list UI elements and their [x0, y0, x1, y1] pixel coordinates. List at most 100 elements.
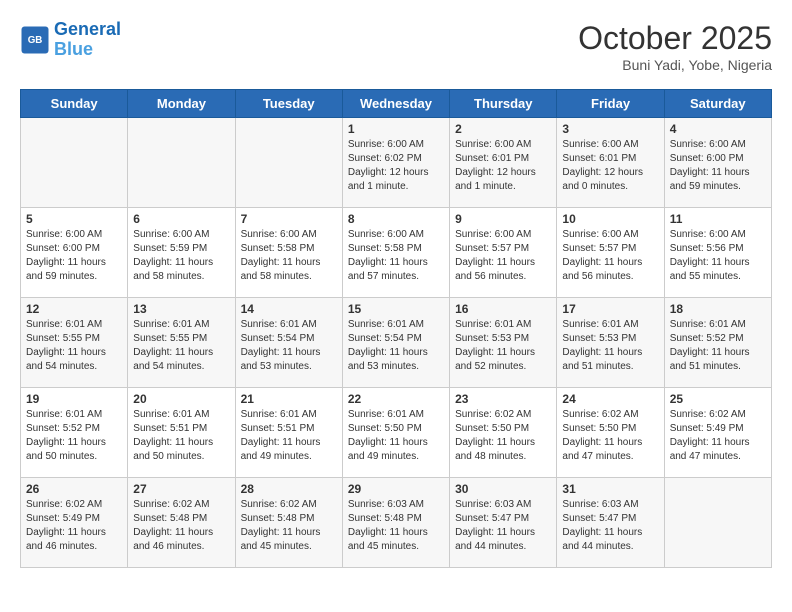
day-info: Sunrise: 6:00 AM Sunset: 5:58 PM Dayligh… [241, 228, 337, 284]
calendar-cell [664, 478, 771, 568]
day-info: Sunrise: 6:02 AM Sunset: 5:48 PM Dayligh… [133, 498, 229, 554]
day-number: 31 [562, 482, 658, 496]
location: Buni Yadi, Yobe, Nigeria [578, 57, 772, 73]
day-info: Sunrise: 6:03 AM Sunset: 5:47 PM Dayligh… [455, 498, 551, 554]
day-info: Sunrise: 6:02 AM Sunset: 5:49 PM Dayligh… [26, 498, 122, 554]
calendar-cell: 11 Sunrise: 6:00 AM Sunset: 5:56 PM Dayli… [664, 208, 771, 298]
calendar-cell: 26 Sunrise: 6:02 AM Sunset: 5:49 PM Dayli… [21, 478, 128, 568]
calendar-cell: 12 Sunrise: 6:01 AM Sunset: 5:55 PM Dayli… [21, 298, 128, 388]
day-info: Sunrise: 6:03 AM Sunset: 5:47 PM Dayligh… [562, 498, 658, 554]
day-info: Sunrise: 6:00 AM Sunset: 5:58 PM Dayligh… [348, 228, 444, 284]
day-number: 28 [241, 482, 337, 496]
logo: GB GeneralBlue [20, 20, 121, 60]
day-number: 6 [133, 212, 229, 226]
calendar-cell: 22 Sunrise: 6:01 AM Sunset: 5:50 PM Dayli… [342, 388, 449, 478]
day-number: 27 [133, 482, 229, 496]
day-of-week-header: Sunday [21, 90, 128, 118]
calendar-cell: 15Sunrise: 6:01 AM Sunset: 5:54 PM Dayli… [342, 298, 449, 388]
day-info: Sunrise: 6:00 AM Sunset: 5:59 PM Dayligh… [133, 228, 229, 284]
day-number: 18 [670, 302, 766, 316]
calendar-cell: 25 Sunrise: 6:02 AM Sunset: 5:49 PM Dayli… [664, 388, 771, 478]
day-number: 15 [348, 302, 444, 316]
day-number: 29 [348, 482, 444, 496]
calendar-cell: 16Sunrise: 6:01 AM Sunset: 5:53 PM Dayli… [450, 298, 557, 388]
calendar-cell: 13Sunrise: 6:01 AM Sunset: 5:55 PM Dayli… [128, 298, 235, 388]
day-number: 3 [562, 122, 658, 136]
day-info: Sunrise: 6:00 AM Sunset: 5:56 PM Dayligh… [670, 228, 766, 284]
calendar-week-row: 1 Sunrise: 6:00 AM Sunset: 6:02 PM Daylig… [21, 118, 772, 208]
day-number: 23 [455, 392, 551, 406]
day-number: 26 [26, 482, 122, 496]
day-info: Sunrise: 6:00 AM Sunset: 6:00 PM Dayligh… [670, 138, 766, 194]
day-info: Sunrise: 6:00 AM Sunset: 6:00 PM Dayligh… [26, 228, 122, 284]
day-info: Sunrise: 6:02 AM Sunset: 5:50 PM Dayligh… [455, 408, 551, 464]
day-number: 4 [670, 122, 766, 136]
day-number: 8 [348, 212, 444, 226]
day-of-week-header: Wednesday [342, 90, 449, 118]
calendar-cell: 21Sunrise: 6:01 AM Sunset: 5:51 PM Dayli… [235, 388, 342, 478]
day-number: 19 [26, 392, 122, 406]
day-info: Sunrise: 6:01 AM Sunset: 5:53 PM Dayligh… [562, 318, 658, 374]
day-info: Sunrise: 6:01 AM Sunset: 5:52 PM Dayligh… [26, 408, 122, 464]
day-info: Sunrise: 6:01 AM Sunset: 5:55 PM Dayligh… [26, 318, 122, 374]
calendar-week-row: 26 Sunrise: 6:02 AM Sunset: 5:49 PM Dayli… [21, 478, 772, 568]
calendar-week-row: 19 Sunrise: 6:01 AM Sunset: 5:52 PM Dayli… [21, 388, 772, 478]
day-info: Sunrise: 6:01 AM Sunset: 5:51 PM Dayligh… [133, 408, 229, 464]
day-number: 1 [348, 122, 444, 136]
calendar-cell: 10Sunrise: 6:00 AM Sunset: 5:57 PM Dayli… [557, 208, 664, 298]
day-number: 21 [241, 392, 337, 406]
day-info: Sunrise: 6:01 AM Sunset: 5:54 PM Dayligh… [241, 318, 337, 374]
calendar-cell [235, 118, 342, 208]
day-info: Sunrise: 6:01 AM Sunset: 5:55 PM Dayligh… [133, 318, 229, 374]
day-info: Sunrise: 6:02 AM Sunset: 5:48 PM Dayligh… [241, 498, 337, 554]
day-number: 30 [455, 482, 551, 496]
calendar-cell: 18Sunrise: 6:01 AM Sunset: 5:52 PM Dayli… [664, 298, 771, 388]
day-number: 22 [348, 392, 444, 406]
calendar-cell: 29 Sunrise: 6:03 AM Sunset: 5:48 PM Dayli… [342, 478, 449, 568]
logo-text: GeneralBlue [54, 20, 121, 60]
calendar-cell: 4 Sunrise: 6:00 AM Sunset: 6:00 PM Daylig… [664, 118, 771, 208]
month-title: October 2025 [578, 20, 772, 57]
day-number: 7 [241, 212, 337, 226]
calendar-week-row: 12 Sunrise: 6:01 AM Sunset: 5:55 PM Dayli… [21, 298, 772, 388]
calendar-cell: 9Sunrise: 6:00 AM Sunset: 5:57 PM Daylig… [450, 208, 557, 298]
calendar-cell [128, 118, 235, 208]
calendar-cell: 6 Sunrise: 6:00 AM Sunset: 5:59 PM Daylig… [128, 208, 235, 298]
calendar-cell: 24 Sunrise: 6:02 AM Sunset: 5:50 PM Dayli… [557, 388, 664, 478]
calendar-cell: 20 Sunrise: 6:01 AM Sunset: 5:51 PM Dayli… [128, 388, 235, 478]
day-number: 17 [562, 302, 658, 316]
day-number: 24 [562, 392, 658, 406]
calendar-cell: 14Sunrise: 6:01 AM Sunset: 5:54 PM Dayli… [235, 298, 342, 388]
day-number: 12 [26, 302, 122, 316]
day-number: 5 [26, 212, 122, 226]
title-block: October 2025 Buni Yadi, Yobe, Nigeria [578, 20, 772, 73]
day-info: Sunrise: 6:00 AM Sunset: 6:01 PM Dayligh… [562, 138, 658, 194]
day-info: Sunrise: 6:02 AM Sunset: 5:50 PM Dayligh… [562, 408, 658, 464]
day-of-week-header: Thursday [450, 90, 557, 118]
calendar-header-row: SundayMondayTuesdayWednesdayThursdayFrid… [21, 90, 772, 118]
calendar-cell: 2Sunrise: 6:00 AM Sunset: 6:01 PM Daylig… [450, 118, 557, 208]
day-info: Sunrise: 6:01 AM Sunset: 5:53 PM Dayligh… [455, 318, 551, 374]
day-number: 11 [670, 212, 766, 226]
calendar-cell: 27 Sunrise: 6:02 AM Sunset: 5:48 PM Dayli… [128, 478, 235, 568]
day-number: 20 [133, 392, 229, 406]
day-number: 25 [670, 392, 766, 406]
day-info: Sunrise: 6:00 AM Sunset: 5:57 PM Dayligh… [455, 228, 551, 284]
logo-icon: GB [20, 25, 50, 55]
day-info: Sunrise: 6:01 AM Sunset: 5:50 PM Dayligh… [348, 408, 444, 464]
day-info: Sunrise: 6:03 AM Sunset: 5:48 PM Dayligh… [348, 498, 444, 554]
calendar-cell: 5 Sunrise: 6:00 AM Sunset: 6:00 PM Daylig… [21, 208, 128, 298]
calendar-cell: 31 Sunrise: 6:03 AM Sunset: 5:47 PM Dayli… [557, 478, 664, 568]
day-info: Sunrise: 6:02 AM Sunset: 5:49 PM Dayligh… [670, 408, 766, 464]
calendar-cell: 1 Sunrise: 6:00 AM Sunset: 6:02 PM Daylig… [342, 118, 449, 208]
calendar-cell: 23 Sunrise: 6:02 AM Sunset: 5:50 PM Dayli… [450, 388, 557, 478]
day-info: Sunrise: 6:00 AM Sunset: 5:57 PM Dayligh… [562, 228, 658, 284]
calendar-cell: 19 Sunrise: 6:01 AM Sunset: 5:52 PM Dayli… [21, 388, 128, 478]
day-of-week-header: Tuesday [235, 90, 342, 118]
day-info: Sunrise: 6:00 AM Sunset: 6:02 PM Dayligh… [348, 138, 444, 194]
calendar-cell: 3 Sunrise: 6:00 AM Sunset: 6:01 PM Daylig… [557, 118, 664, 208]
day-of-week-header: Saturday [664, 90, 771, 118]
day-info: Sunrise: 6:00 AM Sunset: 6:01 PM Dayligh… [455, 138, 551, 194]
calendar-cell: 28 Sunrise: 6:02 AM Sunset: 5:48 PM Dayli… [235, 478, 342, 568]
calendar-table: SundayMondayTuesdayWednesdayThursdayFrid… [20, 89, 772, 568]
